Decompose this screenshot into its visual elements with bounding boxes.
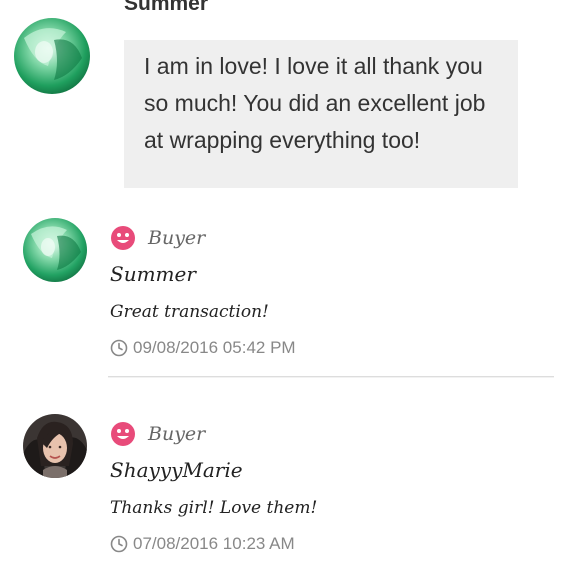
clock-icon bbox=[110, 339, 128, 357]
avatar[interactable] bbox=[23, 218, 87, 282]
role-badge: Buyer bbox=[110, 224, 205, 252]
username-link[interactable]: ShayyyMarie bbox=[110, 458, 243, 482]
reviewer-name: Summer bbox=[124, 0, 209, 15]
smiley-face-icon bbox=[110, 421, 136, 447]
role-label: Buyer bbox=[148, 227, 206, 249]
timestamp: 07/08/2016 10:23 AM bbox=[110, 534, 295, 554]
date-text: 09/08/2016 05:42 PM bbox=[133, 338, 296, 357]
feedback-comment: Great transaction! bbox=[110, 302, 269, 322]
date-text: 07/08/2016 10:23 AM bbox=[133, 534, 295, 553]
review-top: Summer I am in love! I love it all thank… bbox=[0, 0, 580, 195]
clock-icon bbox=[110, 535, 128, 553]
role-badge: Buyer bbox=[110, 420, 205, 448]
feedback-item: Buyer ShayyyMarie Thanks girl! Love them… bbox=[0, 408, 580, 580]
avatar[interactable] bbox=[23, 414, 87, 478]
feedback-item: Buyer Summer Great transaction! 09/08/20… bbox=[0, 212, 580, 382]
avatar[interactable] bbox=[14, 18, 90, 94]
message-bubble: I am in love! I love it all thank you so… bbox=[124, 40, 518, 188]
smiley-face-icon bbox=[110, 225, 136, 251]
username-link[interactable]: Summer bbox=[110, 262, 196, 286]
feedback-comment: Thanks girl! Love them! bbox=[110, 498, 318, 518]
message-text: I am in love! I love it all thank you so… bbox=[144, 53, 486, 153]
divider bbox=[108, 376, 554, 378]
timestamp: 09/08/2016 05:42 PM bbox=[110, 338, 296, 358]
role-label: Buyer bbox=[148, 423, 206, 445]
